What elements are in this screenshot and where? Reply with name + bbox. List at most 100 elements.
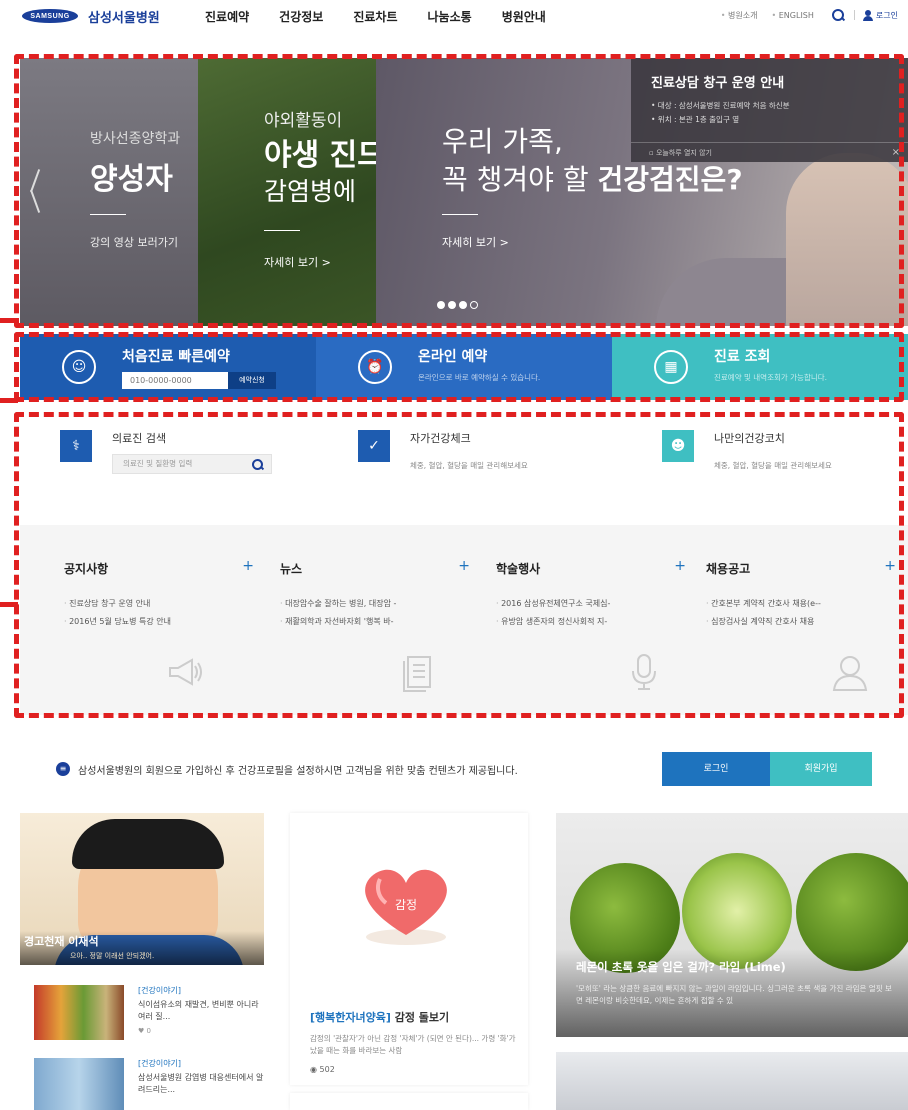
tool-title: 나만의건강코치 <box>714 432 785 445</box>
board-title[interactable]: 공지사항 <box>64 560 108 577</box>
vegetables-thumbnail <box>34 985 124 1040</box>
more-plus-icon[interactable]: + <box>674 558 686 574</box>
headset-icon: ☺ <box>62 350 96 384</box>
feature-title-text: 감정 돌보기 <box>390 1011 450 1024</box>
news-item-fiber[interactable]: [건강이야기] 식이섬유소의 재발견, 변비뿐 아니라 여러 질... ♥ 0 <box>34 985 264 1045</box>
nav-medical-chart[interactable]: 진료차트 <box>353 8 397 25</box>
feature-card-lime[interactable]: 레몬이 초록 옷을 입은 걸까? 라임 (Lime) '모히또' 라는 상큼한 … <box>556 813 908 1037</box>
nav-reservation[interactable]: 진료예약 <box>205 8 249 25</box>
hero-slide-proton[interactable]: 방사선종양학과 양성자 강의 영상 보러가기 <box>20 58 198 326</box>
slide-link[interactable]: 자세히 보기 > <box>442 234 509 250</box>
alarm-clock-icon: ⏰ <box>358 350 392 384</box>
calendar-icon: ▦ <box>654 350 688 384</box>
main-nav: 진료예약 건강정보 진료차트 나눔소통 병원안내 <box>205 8 576 25</box>
quick-lookup[interactable]: ▦ 진료 조회 진료예약 및 내역조회가 가능합니다. <box>612 334 908 400</box>
slide-link[interactable]: 강의 영상 보러가기 <box>90 234 178 250</box>
carousel-dot-active[interactable] <box>459 301 467 309</box>
samsung-logo[interactable]: SAMSUNG <box>22 9 78 23</box>
document-icon <box>403 656 431 692</box>
popup-close-today[interactable]: ▫ 오늘하루 열지 않기 <box>631 142 908 162</box>
search-icon[interactable] <box>252 459 263 470</box>
annotation-connector <box>0 318 18 323</box>
health-tools: ⚕ 의료진 검색 의료진 및 질환명 입력 ✓ 자가건강체크 체중, 혈압, 혈… <box>20 415 908 515</box>
login-link[interactable]: 로그인 <box>876 10 898 21</box>
popup-line: • 대상 : 삼성서울병원 진료예약 처음 하신분 <box>651 101 790 110</box>
heart-illustration: 감정 <box>365 869 447 945</box>
tool-subtitle: 체중, 혈압, 혈당을 매일 관리해보세요 <box>410 461 528 470</box>
board-item[interactable]: 유방암 생존자의 정신사회적 지- <box>496 616 686 627</box>
feature-title: [행복한자녀양육] 감정 돌보기 <box>310 1009 449 1025</box>
board-title[interactable]: 뉴스 <box>280 560 302 577</box>
tool-title: 자가건강체크 <box>410 432 471 445</box>
quick-menu: ☺ 처음진료 빠른예약 예약신청 ⏰ 온라인 예약 온라인으로 바로 예약하실 … <box>20 334 908 400</box>
quick-first-visit[interactable]: ☺ 처음진료 빠른예약 예약신청 <box>20 334 316 400</box>
more-plus-icon[interactable]: + <box>884 558 896 574</box>
user-outline-icon <box>832 656 868 691</box>
carousel-dot[interactable] <box>448 301 456 309</box>
hospital-logo[interactable]: 삼성서울병원 <box>88 7 160 26</box>
slide-title-bold: 건강검진은? <box>597 163 743 196</box>
search-icon[interactable] <box>831 9 844 21</box>
carousel-prev-arrow[interactable] <box>26 168 40 214</box>
util-english-link[interactable]: ENGLISH <box>771 11 814 20</box>
board-item[interactable]: 재활의학과 자선바자회 '행복 바- <box>280 616 470 627</box>
quick-subtitle: 진료예약 및 내역조회가 가능합니다. <box>714 373 828 382</box>
board-item[interactable]: 간호본부 계약직 간호사 채용(e-- <box>706 598 896 609</box>
page: SAMSUNG 삼성서울병원 진료예약 건강정보 진료차트 나눔소통 병원안내 … <box>0 0 908 1110</box>
nav-hospital-guide[interactable]: 병원안내 <box>502 8 546 25</box>
feature-desc: 감정의 '관찰자'가 아닌 감정 '자체'가 (되면 안 된다)... 가령 '… <box>310 1034 516 1055</box>
carousel-indicators <box>437 301 478 309</box>
checkbox-icon[interactable]: ▫ <box>649 149 656 157</box>
signup-button[interactable]: 회원가입 <box>770 752 872 786</box>
header: SAMSUNG 삼성서울병원 진료예약 건강정보 진료차트 나눔소통 병원안내 … <box>0 0 908 32</box>
more-plus-icon[interactable]: + <box>242 558 254 574</box>
board-item[interactable]: 대장암수술 잘하는 병원, 대장암 - <box>280 598 470 609</box>
comic-hair-image <box>72 819 224 869</box>
member-banner: ≡ 삼성서울병원의 회원으로 가입하신 후 건강프로필을 설정하시면 고객님을 … <box>50 752 880 786</box>
stethoscope-icon: ⚕ <box>60 430 92 462</box>
feature-card-next[interactable] <box>290 1093 528 1110</box>
checkmark-icon: ✓ <box>358 430 390 462</box>
comic-subtitle: 으아.. 정말 이래선 안되겠어. <box>70 952 155 960</box>
slide-subtitle: 방사선종양학과 <box>90 131 181 147</box>
utility-nav: 병원소개 ENGLISH 로그인 <box>707 9 898 21</box>
news-likes: ♥ 0 <box>138 1027 151 1035</box>
login-button[interactable]: 로그인 <box>662 752 770 786</box>
board-item[interactable]: 심장검사실 계약직 간호사 채용 <box>706 616 896 627</box>
divider <box>853 10 855 20</box>
popup-title: 진료상담 창구 운영 안내 <box>651 76 785 91</box>
doctor-search-input[interactable]: 의료진 및 질환명 입력 <box>112 454 272 474</box>
feature-card-doctor[interactable] <box>556 1052 908 1110</box>
nav-health-info[interactable]: 건강정보 <box>279 8 323 25</box>
infection-thumbnail <box>34 1058 124 1110</box>
slide-title: 야생 진드 <box>264 138 385 173</box>
carousel-dot[interactable] <box>470 301 478 309</box>
board-item[interactable]: 진료상담 창구 운영 안내 <box>64 598 254 609</box>
news-item-infection[interactable]: [건강이야기] 삼성서울병원 감염병 대응센터에서 알려드리는... <box>34 1058 264 1110</box>
tool-title: 의료진 검색 <box>112 432 167 445</box>
hero-carousel: 방사선종양학과 양성자 강의 영상 보러가기 야외활동이 야생 진드 감염병에 … <box>20 58 908 326</box>
reserve-request-button[interactable]: 예약신청 <box>228 372 276 389</box>
board-item[interactable]: 2016 삼성유전체연구소 국제심- <box>496 598 686 609</box>
notice-popup: 진료상담 창구 운영 안내 • 대상 : 삼성서울병원 진료예약 처음 하신분 … <box>631 58 908 162</box>
feature-card-emotion[interactable]: 감정 [행복한자녀양육] 감정 돌보기 감정의 '관찰자'가 아닌 감정 '자체… <box>290 813 528 1085</box>
board-title[interactable]: 채용공고 <box>706 560 750 577</box>
divider <box>442 214 478 215</box>
hero-person-image <box>786 153 908 326</box>
hero-slide-tick[interactable]: 야외활동이 야생 진드 감염병에 자세히 보기 > <box>198 58 385 326</box>
slide-link[interactable]: 자세히 보기 > <box>264 254 331 270</box>
board-title[interactable]: 학술행사 <box>496 560 540 577</box>
phone-input[interactable] <box>122 372 228 389</box>
quick-online-reservation[interactable]: ⏰ 온라인 예약 온라인으로 바로 예약하실 수 있습니다. <box>316 334 612 400</box>
close-icon[interactable]: × <box>892 147 900 158</box>
user-icon[interactable] <box>862 9 873 21</box>
board-item[interactable]: 2016년 5월 당뇨병 특강 안내 <box>64 616 254 627</box>
microphone-icon <box>632 654 656 690</box>
more-plus-icon[interactable]: + <box>458 558 470 574</box>
nav-community[interactable]: 나눔소통 <box>428 8 472 25</box>
util-about-link[interactable]: 병원소개 <box>721 10 757 21</box>
slide-title-normal: 꼭 챙겨야 할 <box>442 163 589 196</box>
comic-card[interactable]: 경고천재 이재석 으아.. 정말 이래선 안되겠어. <box>20 813 264 965</box>
carousel-dot[interactable] <box>437 301 445 309</box>
search-placeholder: 의료진 및 질환명 입력 <box>123 459 193 468</box>
